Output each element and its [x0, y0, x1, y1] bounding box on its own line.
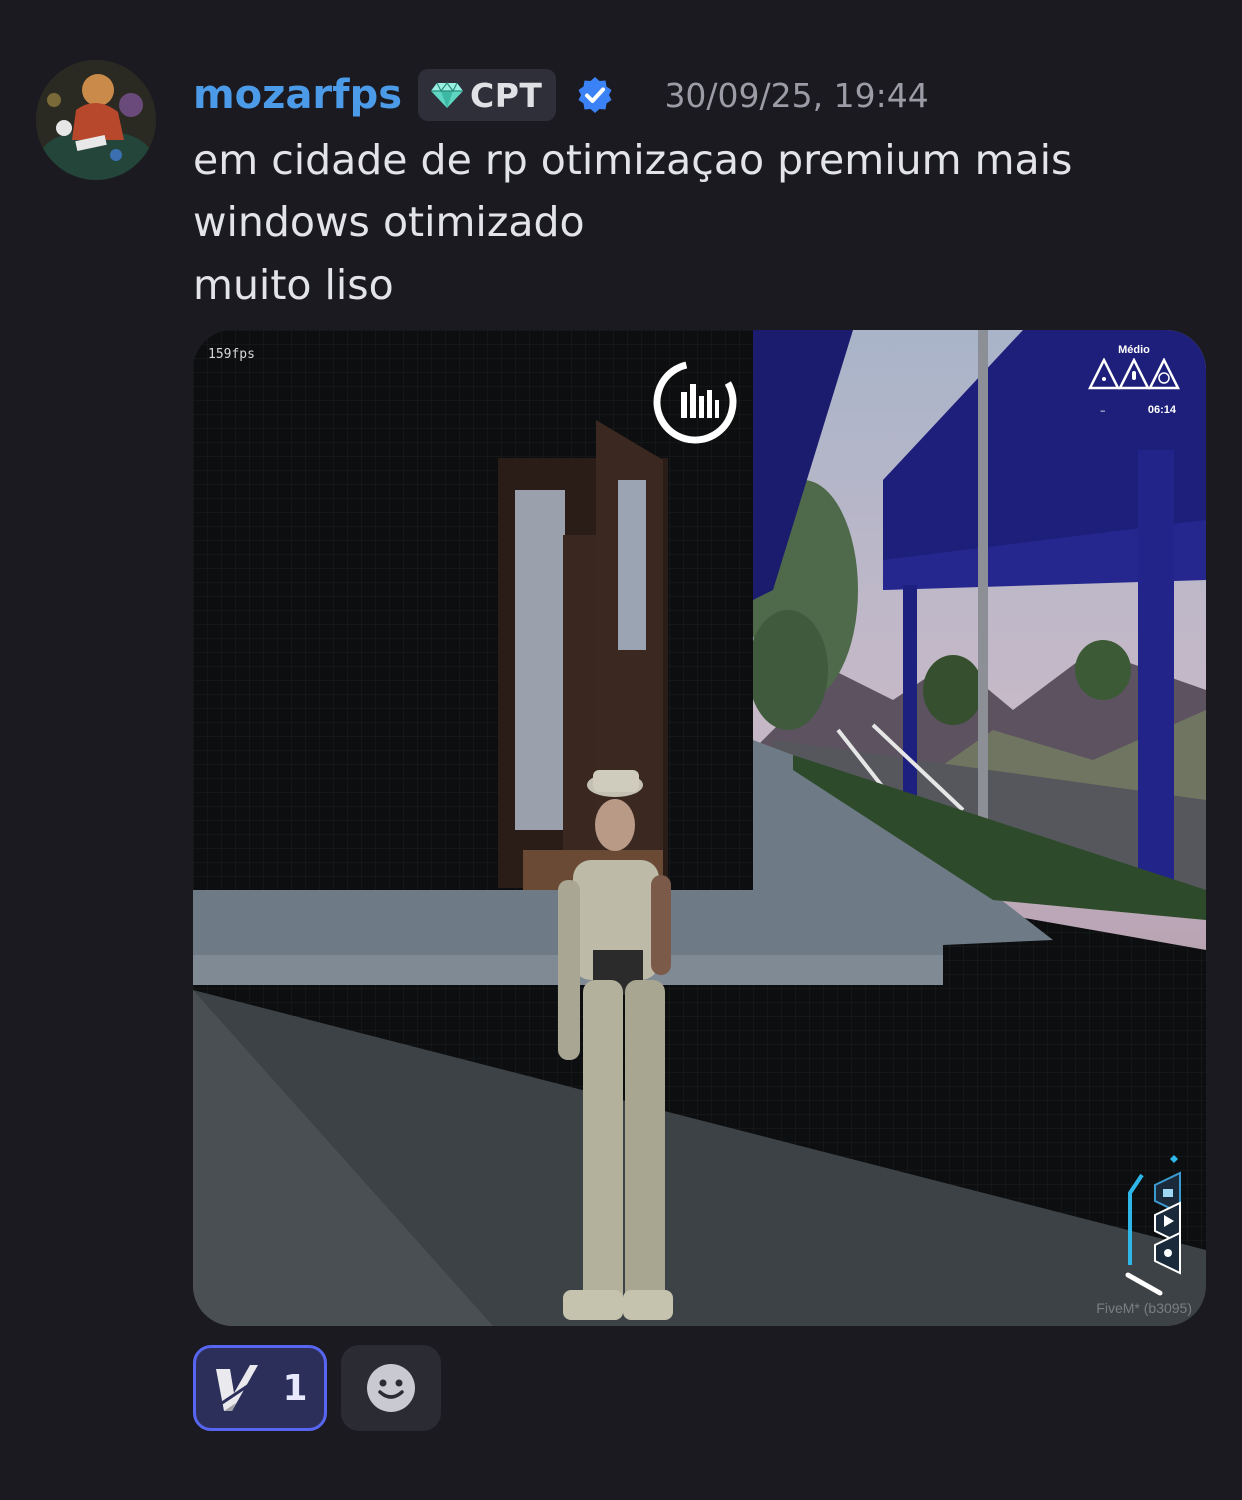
- game-screenshot: [193, 330, 1206, 1326]
- username[interactable]: mozarfps: [193, 66, 402, 124]
- chat-message: mozarfps CPT 30/09/25, 19:44 em cidade d…: [0, 0, 1242, 1500]
- message-timestamp: 30/09/25, 19:44: [664, 75, 929, 115]
- smiley-icon: [367, 1364, 415, 1412]
- user-avatar[interactable]: [36, 60, 156, 180]
- role-tag[interactable]: CPT: [418, 69, 557, 121]
- v-logo-emoji-icon: [215, 1365, 259, 1411]
- image-attachment[interactable]: 159fps Médio – 06:14 FiveM* (b3095): [193, 330, 1206, 1326]
- status-hud: Médio – 06:14: [1084, 344, 1184, 424]
- diamond-gem-icon: [431, 82, 464, 108]
- reaction-count: 1: [282, 1367, 308, 1409]
- voice-mode-label: Médio: [1118, 344, 1150, 356]
- verified-badge-icon: [578, 77, 612, 113]
- hud-indicators-icon: [1088, 358, 1180, 390]
- message-header: mozarfps CPT 30/09/25, 19:44: [193, 66, 929, 124]
- fps-counter: 159fps: [208, 347, 255, 362]
- role-tag-label: CPT: [470, 75, 543, 115]
- status-bars-icon: [1125, 1155, 1181, 1296]
- message-text-line-3: muito liso: [193, 261, 394, 309]
- reactions-bar: 1: [193, 1345, 441, 1431]
- hud-dash: –: [1100, 404, 1106, 417]
- server-logo-icon: [653, 360, 737, 444]
- add-reaction-button[interactable]: [341, 1345, 441, 1431]
- game-clock: 06:14: [1147, 404, 1176, 416]
- reaction-v-logo[interactable]: 1: [193, 1345, 327, 1431]
- message-text-line-2: windows otimizado: [193, 198, 585, 246]
- message-text-line-1: em cidade de rp otimizaçao premium mais: [193, 136, 1073, 184]
- fivem-watermark: FiveM* (b3095): [1096, 1300, 1192, 1316]
